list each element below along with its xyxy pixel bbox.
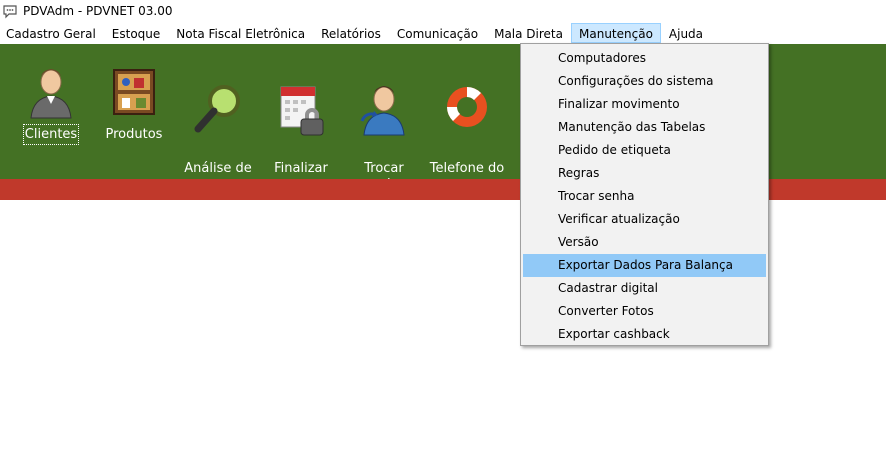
dd-versao[interactable]: Versão [523, 231, 766, 254]
trocar-usuario-button[interactable]: Trocar Usuário [341, 64, 427, 194]
dd-pedido-etiqueta[interactable]: Pedido de etiqueta [523, 139, 766, 162]
menu-bar: Cadastro Geral Estoque Nota Fiscal Eletr… [0, 22, 886, 44]
analise-produto-button[interactable]: Análise de Produto [175, 64, 261, 194]
dd-converter-fotos[interactable]: Converter Fotos [523, 300, 766, 323]
menu-cadastro-geral[interactable]: Cadastro Geral [0, 23, 104, 43]
title-bar: PDVAdm - PDVNET 03.00 [0, 0, 886, 22]
window-title: PDVAdm - PDVNET 03.00 [23, 4, 173, 18]
menu-comunicacao[interactable]: Comunicação [389, 23, 486, 43]
telefone-suporte-button[interactable]: Telefone do Suporte [424, 64, 510, 194]
dd-cadastrar-digital[interactable]: Cadastrar digital [523, 277, 766, 300]
menu-nota-fiscal[interactable]: Nota Fiscal Eletrônica [168, 23, 313, 43]
person-icon [30, 69, 72, 119]
menu-manutencao[interactable]: Manutenção [571, 23, 661, 43]
dd-manutencao-tabelas[interactable]: Manutenção das Tabelas [523, 116, 766, 139]
dd-exportar-dados-balanca[interactable]: Exportar Dados Para Balança [523, 254, 766, 277]
calendar-lock-icon [280, 86, 324, 136]
finalizar-movimento-button[interactable]: Finalizar Movimento [258, 64, 344, 194]
magnifier-icon [194, 85, 240, 133]
menu-mala-direta[interactable]: Mala Direta [486, 23, 571, 43]
dd-computadores[interactable]: Computadores [523, 47, 766, 70]
menu-ajuda[interactable]: Ajuda [661, 23, 711, 43]
clientes-label: Clientes [22, 124, 80, 145]
dd-exportar-cashback[interactable]: Exportar cashback [523, 323, 766, 346]
manutencao-dropdown: Computadores Configurações do sistema Fi… [520, 43, 769, 346]
menu-estoque[interactable]: Estoque [104, 23, 169, 43]
dd-configuracoes-sistema[interactable]: Configurações do sistema [523, 70, 766, 93]
lifebuoy-icon [447, 87, 487, 127]
clientes-button[interactable]: Clientes [8, 64, 94, 145]
chat-bubble-icon [3, 5, 17, 19]
dd-trocar-senha[interactable]: Trocar senha [523, 185, 766, 208]
produtos-label: Produtos [105, 127, 163, 142]
user-switch-icon [360, 86, 405, 136]
dd-regras[interactable]: Regras [523, 162, 766, 185]
produtos-button[interactable]: Produtos [91, 64, 177, 143]
dd-verificar-atualizacao[interactable]: Verificar atualização [523, 208, 766, 231]
menu-relatorios[interactable]: Relatórios [313, 23, 389, 43]
dd-finalizar-movimento[interactable]: Finalizar movimento [523, 93, 766, 116]
shelf-icon [113, 69, 155, 115]
